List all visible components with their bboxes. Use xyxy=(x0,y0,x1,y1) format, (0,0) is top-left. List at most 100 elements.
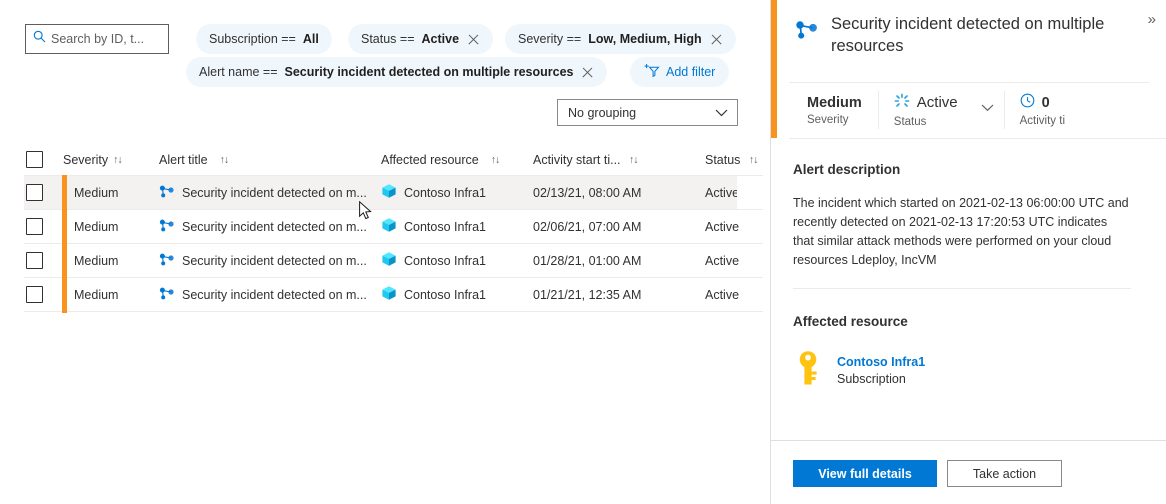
row-checkbox-cell xyxy=(24,252,58,269)
cell-affected-resource: Contoso Infra1 xyxy=(381,183,533,202)
severity-indicator-bar xyxy=(62,175,67,211)
close-icon[interactable] xyxy=(467,33,480,46)
clock-icon xyxy=(1020,93,1035,112)
column-header-status[interactable]: Status ↑↓ xyxy=(705,153,763,167)
search-icon xyxy=(33,30,46,48)
select-all-checkbox[interactable] xyxy=(26,151,43,168)
cell-affected-resource: Contoso Infra1 xyxy=(381,285,533,304)
column-header-activity-start-time[interactable]: Activity start ti... ↑↓ xyxy=(533,153,705,167)
filter-value: All xyxy=(303,32,319,46)
incident-icon xyxy=(159,184,175,202)
add-filter-label: Add filter xyxy=(666,65,715,79)
cell-status: Active xyxy=(705,254,763,268)
detail-footer: View full details Take action xyxy=(771,440,1166,504)
spinner-icon xyxy=(894,93,910,113)
filter-key: Subscription == xyxy=(209,32,296,46)
incident-icon xyxy=(159,252,175,270)
filter-pill-status[interactable]: Status == Active xyxy=(348,24,493,54)
column-header-alert-title[interactable]: Alert title ↑↓ xyxy=(159,153,381,167)
table-row[interactable]: Medium Security incident detected on m..… xyxy=(24,244,763,278)
stat-severity: Medium Severity xyxy=(789,82,878,138)
view-full-details-button[interactable]: View full details xyxy=(793,460,937,487)
incident-icon xyxy=(159,286,175,304)
filter-pill-alert-name[interactable]: Alert name == Security incident detected… xyxy=(186,57,607,87)
sort-icon[interactable]: ↑↓ xyxy=(220,154,229,166)
cell-affected-resource: Contoso Infra1 xyxy=(381,251,533,270)
cell-alert-title: Security incident detected on m... xyxy=(159,218,381,236)
alerts-list-pane: Search by ID, t... Subscription == All S… xyxy=(0,0,770,504)
activity-label: Activity ti xyxy=(1020,115,1065,127)
severity-indicator-bar xyxy=(62,243,67,279)
activity-value: 0 xyxy=(1042,95,1050,111)
severity-label: Severity xyxy=(807,114,862,126)
sort-icon[interactable]: ↑↓ xyxy=(113,154,122,166)
alert-detail-pane: » Security incident detected on multiple… xyxy=(770,0,1166,504)
grouping-select[interactable]: No grouping xyxy=(557,99,738,126)
alert-description-text: The incident which started on 2021-02-13… xyxy=(793,194,1131,270)
row-checkbox-cell xyxy=(24,218,58,235)
cell-activity-start-time: 01/28/21, 01:00 AM xyxy=(533,254,705,268)
stat-activity-time: 0 Activity ti xyxy=(1004,82,1081,138)
resource-cube-icon xyxy=(381,217,397,236)
table-row[interactable]: Medium Security incident detected on m..… xyxy=(24,210,763,244)
security-alerts-page: Search by ID, t... Subscription == All S… xyxy=(0,0,1166,504)
column-label: Status xyxy=(705,153,740,167)
cell-activity-start-time: 01/21/21, 12:35 AM xyxy=(533,288,705,302)
status-value-row: Active xyxy=(894,93,958,113)
table-row[interactable]: Medium Security incident detected on m..… xyxy=(24,278,763,312)
alerts-table: Severity ↑↓ Alert title ↑↓ Affected reso… xyxy=(24,144,763,312)
search-input[interactable]: Search by ID, t... xyxy=(25,24,169,54)
severity-text: Medium xyxy=(74,186,118,200)
close-icon[interactable] xyxy=(710,33,723,46)
row-checkbox[interactable] xyxy=(26,184,43,201)
status-label: Status xyxy=(894,116,958,128)
incident-icon xyxy=(795,19,819,46)
column-header-severity[interactable]: Severity ↑↓ xyxy=(58,144,159,175)
affected-resource-link[interactable]: Contoso Infra1 xyxy=(837,355,925,369)
filter-pill-subscription[interactable]: Subscription == All xyxy=(196,24,332,54)
close-icon[interactable] xyxy=(581,66,594,79)
cell-severity: Medium xyxy=(58,278,159,311)
cell-status: Active xyxy=(705,220,763,234)
affected-resource-texts: Contoso Infra1 Subscription xyxy=(837,355,925,386)
cell-affected-resource: Contoso Infra1 xyxy=(381,217,533,236)
table-row[interactable]: Medium Security incident detected on m..… xyxy=(24,176,763,210)
filter-row-secondary: Alert name == Security incident detected… xyxy=(0,57,770,87)
cell-alert-title: Security incident detected on m... xyxy=(159,252,381,270)
sort-icon[interactable]: ↑↓ xyxy=(491,154,500,166)
column-header-affected-resource[interactable]: Affected resource ↑↓ xyxy=(381,153,533,167)
resource-name-text: Contoso Infra1 xyxy=(404,288,486,302)
row-checkbox[interactable] xyxy=(26,218,43,235)
add-filter-icon xyxy=(644,63,660,81)
severity-accent-bar xyxy=(771,0,777,138)
filter-value: Security incident detected on multiple r… xyxy=(285,65,574,79)
row-checkbox[interactable] xyxy=(26,286,43,303)
column-label: Alert title xyxy=(159,153,208,167)
affected-resource-heading: Affected resource xyxy=(793,314,908,329)
detail-title: Security incident detected on multiple r… xyxy=(831,14,1130,58)
add-filter-button[interactable]: Add filter xyxy=(630,57,729,87)
stat-status[interactable]: Active Status xyxy=(878,82,1004,138)
filter-value: Low, Medium, High xyxy=(588,32,701,46)
detail-stats-row: Medium Severity xyxy=(789,82,1166,138)
resource-cube-icon xyxy=(381,251,397,270)
resource-cube-icon xyxy=(381,285,397,304)
collapse-panel-button[interactable]: » xyxy=(1148,12,1156,27)
filter-key: Severity == xyxy=(518,32,581,46)
grouping-selected-value: No grouping xyxy=(568,106,636,120)
search-placeholder-text: Search by ID, t... xyxy=(51,32,144,46)
severity-indicator-bar xyxy=(62,277,67,313)
table-header-row: Severity ↑↓ Alert title ↑↓ Affected reso… xyxy=(24,144,763,176)
severity-text: Medium xyxy=(74,288,118,302)
chevron-down-icon[interactable] xyxy=(981,101,994,115)
affected-resource-item: Contoso Infra1 Subscription xyxy=(793,350,925,391)
row-checkbox-cell xyxy=(24,286,58,303)
row-checkbox[interactable] xyxy=(26,252,43,269)
filter-pill-severity[interactable]: Severity == Low, Medium, High xyxy=(505,24,736,54)
sort-icon[interactable]: ↑↓ xyxy=(629,154,638,166)
sort-icon[interactable]: ↑↓ xyxy=(749,154,758,166)
detail-title-row: Security incident detected on multiple r… xyxy=(795,14,1130,58)
severity-indicator-bar xyxy=(62,209,67,245)
take-action-button[interactable]: Take action xyxy=(947,460,1062,487)
alert-title-text: Security incident detected on m... xyxy=(182,288,367,302)
